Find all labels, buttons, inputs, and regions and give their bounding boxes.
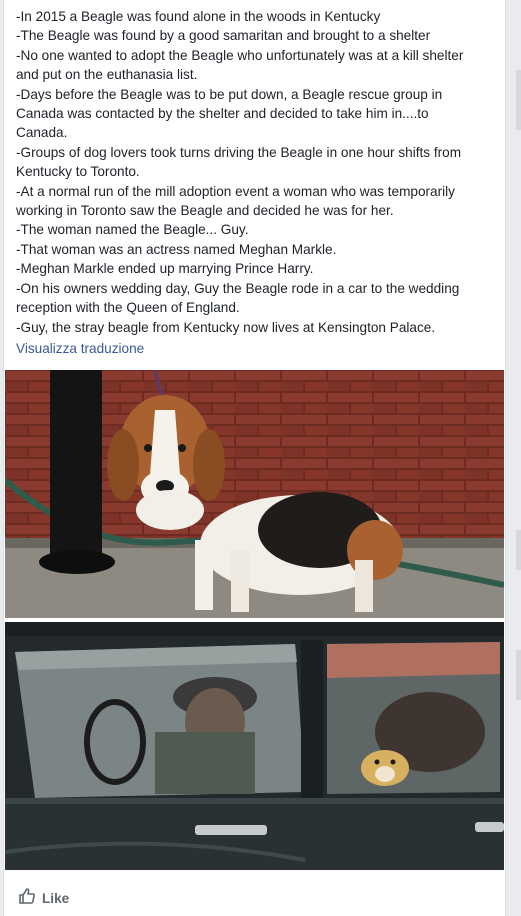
post-line: -In 2015 a Beagle was found alone in the…: [16, 9, 381, 24]
post-line: and put on the euthanasia list.: [16, 67, 198, 83]
gutter-shadow: [516, 70, 521, 130]
thumbs-up-icon: [18, 887, 36, 910]
right-gutter: [512, 0, 521, 916]
post-line: Canada.: [16, 125, 68, 141]
post-photo-beagle-car[interactable]: [5, 622, 504, 870]
gutter-shadow: [516, 530, 521, 570]
post-photo-beagle-leash[interactable]: [5, 370, 504, 618]
post-line: -At a normal run of the mill adoption ev…: [16, 183, 455, 199]
beagle-leash-photo-art: [5, 370, 504, 618]
post-text: -In 2015 a Beagle was found alone in the…: [16, 7, 501, 337]
post-line: -Days before the Beagle was to be put do…: [16, 86, 443, 102]
like-button[interactable]: Like: [18, 886, 69, 910]
post-line: working in Toronto saw the Beagle and de…: [16, 203, 394, 219]
post-line: -That woman was an actress named Meghan …: [16, 241, 337, 257]
post-line: -The woman named the Beagle... Guy.: [16, 222, 249, 238]
post-line: -Guy, the stray beagle from Kentucky now…: [16, 319, 436, 335]
post-line: -Groups of dog lovers took turns driving…: [16, 144, 462, 160]
post-line: -The Beagle was found by a good samarita…: [16, 28, 431, 44]
post-card: -In 2015 a Beagle was found alone in the…: [3, 0, 506, 916]
post-line: Canada was contacted by the shelter and …: [16, 106, 429, 122]
beagle-car-photo-art: [5, 622, 504, 870]
post-line: reception with the Queen of England.: [16, 300, 240, 316]
post-line: -On his owners wedding day, Guy the Beag…: [16, 280, 460, 296]
gutter-shadow: [516, 650, 521, 700]
like-label: Like: [42, 890, 70, 906]
post-line: Kentucky to Toronto.: [16, 164, 140, 180]
post-line: -No one wanted to adopt the Beagle who u…: [16, 47, 464, 63]
post-line: -Meghan Markle ended up marrying Prince …: [16, 261, 314, 277]
see-translation-link[interactable]: Visualizza traduzione: [16, 341, 144, 356]
